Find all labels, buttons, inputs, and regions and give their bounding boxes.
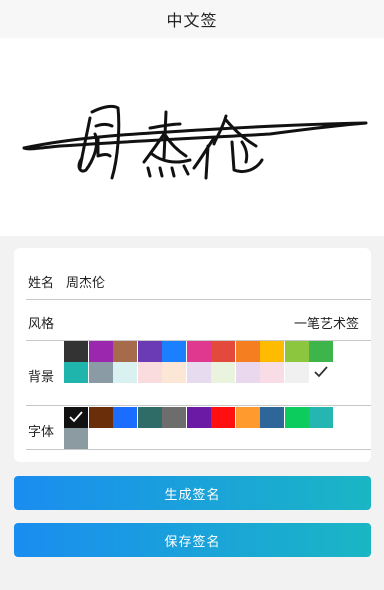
background-color-swatch[interactable]	[137, 341, 162, 362]
font-color-swatch[interactable]	[186, 407, 211, 428]
background-color-swatch[interactable]	[211, 341, 235, 362]
background-color-swatch[interactable]	[235, 362, 260, 383]
background-color-swatch[interactable]	[309, 362, 333, 383]
background-color-swatch[interactable]	[284, 362, 309, 383]
background-color-swatch[interactable]	[113, 341, 137, 362]
background-color-swatch[interactable]	[113, 362, 137, 383]
font-color-swatch[interactable]	[64, 428, 88, 449]
font-color-swatch[interactable]	[309, 407, 333, 428]
font-color-swatch[interactable]	[284, 407, 309, 428]
font-color-swatch[interactable]	[211, 407, 235, 428]
font-color-swatch[interactable]	[88, 407, 113, 428]
background-color-swatch[interactable]	[162, 362, 186, 383]
background-color-swatch[interactable]	[235, 341, 260, 362]
background-color-swatch[interactable]	[309, 341, 333, 362]
font-color-swatch[interactable]	[64, 407, 88, 428]
signature-image	[22, 104, 368, 180]
page-title: 中文签	[166, 11, 218, 30]
background-color-swatch[interactable]	[211, 362, 235, 383]
background-color-swatch[interactable]	[186, 341, 211, 362]
style-label: 风格	[28, 317, 55, 332]
font-color-swatch[interactable]	[260, 407, 284, 428]
background-label: 背景	[28, 370, 55, 385]
divider	[26, 449, 371, 450]
check-icon	[314, 366, 328, 378]
font-color-swatch[interactable]	[137, 407, 162, 428]
save-signature-button[interactable]: 保存签名	[14, 523, 371, 557]
divider	[26, 405, 371, 406]
background-color-swatch[interactable]	[88, 362, 113, 383]
check-icon	[69, 411, 83, 423]
style-selector[interactable]: 一笔艺术签	[294, 313, 359, 332]
signature-preview	[0, 38, 384, 236]
background-color-swatch[interactable]	[260, 362, 284, 383]
name-input[interactable]: 周杰伦	[66, 272, 105, 291]
settings-panel: 姓名 周杰伦 风格 一笔艺术签 背景 字体	[14, 248, 371, 462]
background-color-swatch[interactable]	[64, 341, 88, 362]
font-color-swatch[interactable]	[162, 407, 186, 428]
background-color-swatch[interactable]	[88, 341, 113, 362]
background-color-swatch[interactable]	[260, 341, 284, 362]
font-color-swatch[interactable]	[235, 407, 260, 428]
generate-signature-button[interactable]: 生成签名	[14, 476, 371, 510]
divider	[26, 299, 371, 300]
background-color-swatch[interactable]	[162, 341, 186, 362]
name-label: 姓名	[28, 276, 55, 291]
background-color-swatch[interactable]	[284, 341, 309, 362]
font-color-swatch[interactable]	[113, 407, 137, 428]
background-color-swatch[interactable]	[186, 362, 211, 383]
nav-bar: 中文签	[0, 0, 384, 38]
background-color-swatch[interactable]	[137, 362, 162, 383]
background-color-swatch[interactable]	[64, 362, 88, 383]
font-color-label: 字体	[28, 425, 55, 440]
